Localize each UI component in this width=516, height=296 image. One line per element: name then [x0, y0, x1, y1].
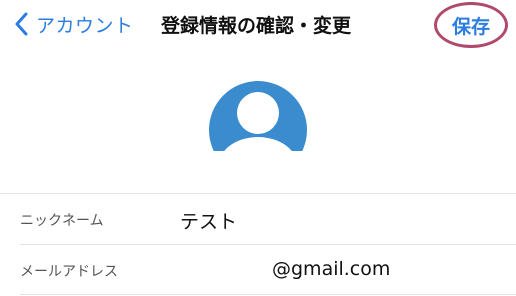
back-button[interactable]: アカウント — [14, 9, 134, 39]
nickname-field[interactable]: テスト — [180, 207, 237, 234]
save-highlight-circle: 保存 — [434, 2, 508, 48]
section-divider — [0, 193, 516, 194]
email-label: メールアドレス — [20, 264, 118, 280]
chevron-left-icon — [15, 12, 28, 36]
email-field[interactable]: @gmail.com — [272, 258, 390, 280]
page-title: 登録情報の確認・変更 — [161, 15, 352, 37]
nickname-label: ニックネーム — [20, 213, 104, 229]
row-divider — [20, 294, 516, 295]
user-avatar-icon — [209, 81, 307, 151]
navigation-bar: アカウント 登録情報の確認・変更 保存 — [0, 0, 516, 50]
profile-avatar[interactable] — [209, 81, 307, 151]
row-divider — [20, 244, 516, 245]
save-button[interactable]: 保存 — [452, 12, 490, 39]
back-button-label: アカウント — [36, 14, 134, 37]
